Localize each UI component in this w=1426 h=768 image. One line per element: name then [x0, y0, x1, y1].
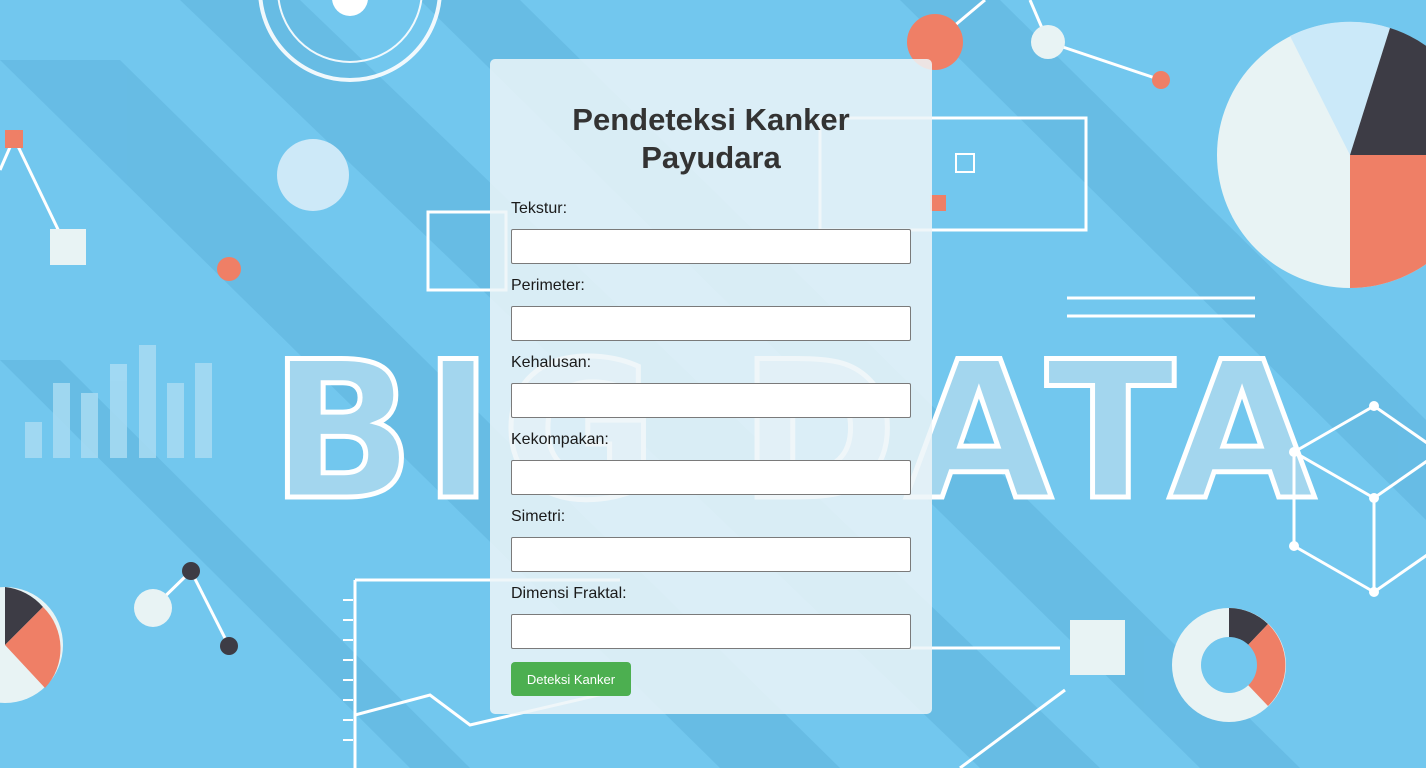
deteksi-kanker-button[interactable]: Deteksi Kanker [511, 662, 631, 696]
field-simetri: Simetri: [511, 508, 911, 585]
perimeter-input[interactable] [511, 306, 911, 341]
kehalusan-input[interactable] [511, 383, 911, 418]
kekompakan-input[interactable] [511, 460, 911, 495]
detector-form-card: Pendeteksi Kanker Payudara Tekstur: Peri… [490, 59, 932, 714]
perimeter-label: Perimeter: [511, 277, 585, 294]
field-kekompakan: Kekompakan: [511, 431, 911, 508]
donut-chart-icon [1172, 608, 1286, 722]
field-perimeter: Perimeter: [511, 277, 911, 354]
tekstur-input[interactable] [511, 229, 911, 264]
dimensi-fraktal-input[interactable] [511, 614, 911, 649]
kehalusan-label: Kehalusan: [511, 354, 592, 371]
page-title: Pendeteksi Kanker Payudara [572, 102, 850, 175]
kekompakan-label: Kekompakan: [511, 431, 609, 448]
dimensi-fraktal-label: Dimensi Fraktal: [511, 585, 627, 602]
tekstur-label: Tekstur: [511, 200, 568, 217]
simetri-label: Simetri: [511, 508, 566, 525]
detection-form: Tekstur: Perimeter: Kehalusan: Kekompaka… [511, 200, 911, 696]
field-tekstur: Tekstur: [511, 200, 911, 277]
simetri-input[interactable] [511, 537, 911, 572]
field-kehalusan: Kehalusan: [511, 354, 911, 431]
field-dimensi-fraktal: Dimensi Fraktal: [511, 585, 911, 662]
